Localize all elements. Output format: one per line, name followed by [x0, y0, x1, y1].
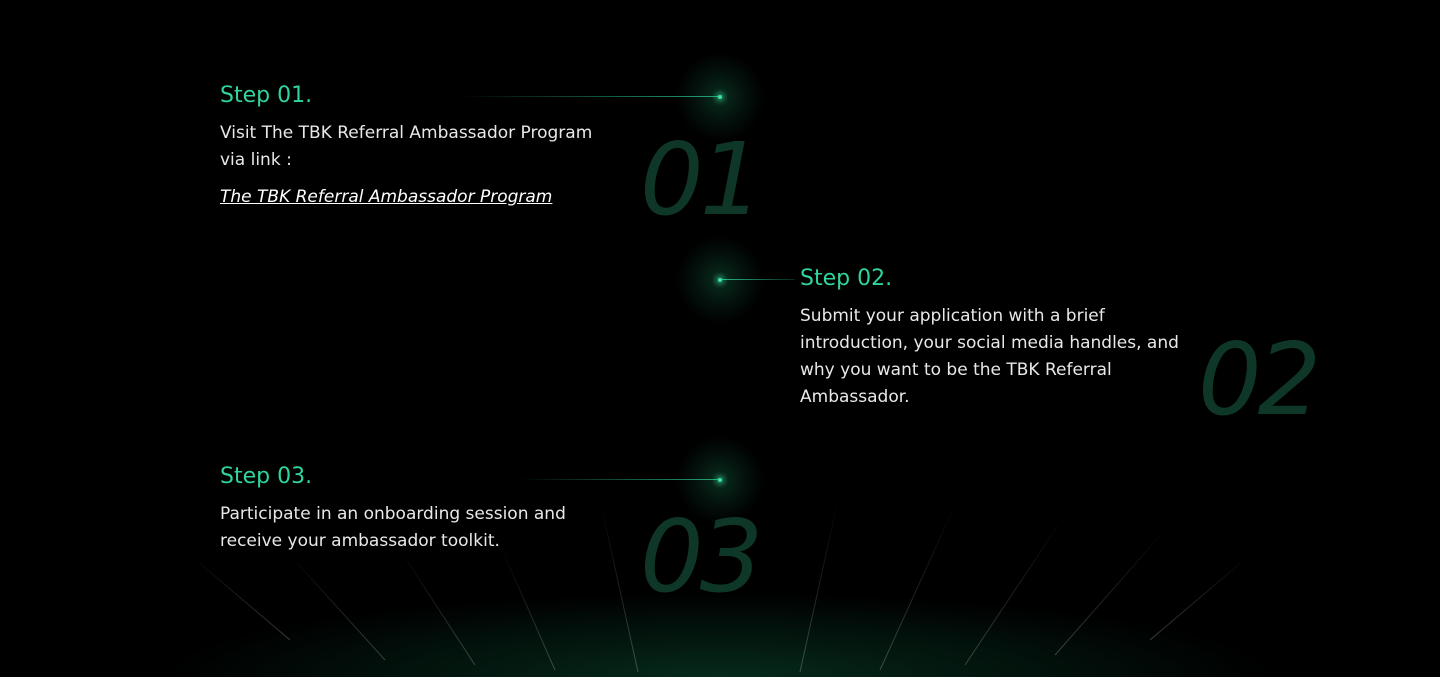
step-3-node [718, 478, 722, 482]
step-2-description: Submit your application with a brief int… [800, 306, 1179, 407]
step-3-number: 03 [640, 498, 763, 615]
step-1: Step 01. Visit The TBK Referral Ambassad… [220, 82, 620, 210]
step-2-connector [720, 279, 795, 280]
step-3: Step 03. Participate in an onboarding se… [220, 463, 610, 555]
step-2-node [718, 278, 722, 282]
step-2: Step 02. Submit your application with a … [800, 265, 1210, 411]
step-1-node [718, 95, 722, 99]
steps-section: 01 02 03 Step 01. Visit The TBK Referral… [0, 0, 1440, 677]
step-2-number: 02 [1198, 321, 1321, 438]
step-1-number: 01 [640, 121, 763, 238]
step-3-description: Participate in an onboarding session and… [220, 504, 566, 551]
step-3-title: Step 03. [220, 464, 313, 489]
step-1-description: Visit The TBK Referral Ambassador Progra… [220, 123, 593, 170]
step-2-title: Step 02. [800, 266, 893, 291]
step-1-title: Step 01. [220, 83, 313, 108]
ambassador-program-link[interactable]: The TBK Referral Ambassador Program [220, 184, 552, 210]
